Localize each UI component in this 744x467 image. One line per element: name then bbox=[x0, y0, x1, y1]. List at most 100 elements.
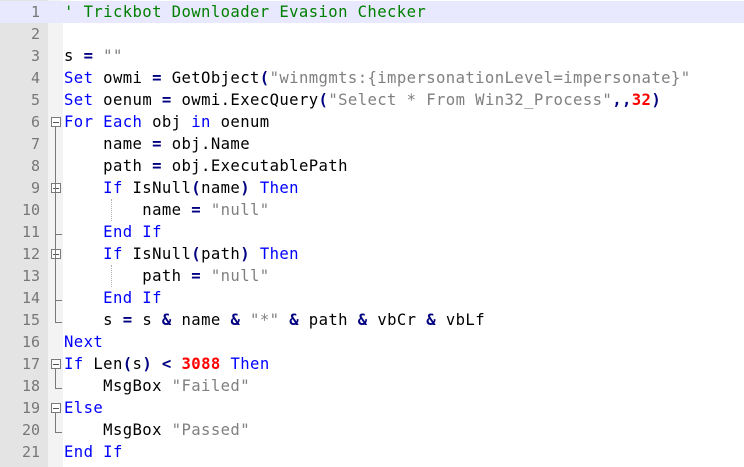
operator-token: = bbox=[83, 47, 94, 65]
code-line[interactable]: 11 End If bbox=[0, 221, 744, 243]
fold-end-marker bbox=[55, 375, 62, 389]
identifier-token bbox=[279, 311, 289, 329]
number-token: 32 bbox=[631, 91, 652, 109]
code-line[interactable]: 12 If IsNull(path) Then bbox=[0, 243, 744, 265]
identifier-token: Len bbox=[83, 355, 123, 373]
code-line[interactable]: 17 If Len(s) < 3088 Then bbox=[0, 353, 744, 375]
string-token: "Failed" bbox=[171, 377, 250, 395]
string-token: "null" bbox=[210, 267, 270, 285]
fold-collapse-icon[interactable] bbox=[51, 183, 61, 193]
identifier-token bbox=[152, 355, 162, 373]
identifier-token: path bbox=[299, 311, 358, 329]
operator-token: ) bbox=[240, 245, 251, 263]
keyword-token: If bbox=[103, 245, 123, 263]
fold-end-marker bbox=[55, 287, 62, 301]
line-number: 16 bbox=[21, 333, 40, 351]
code-text: Next bbox=[64, 331, 103, 353]
operator-token: & bbox=[289, 311, 299, 329]
code-line[interactable]: 4 Set owmi = GetObject("winmgmts:{imperso… bbox=[0, 67, 744, 89]
code-line[interactable]: 14 End If bbox=[0, 287, 744, 309]
fold-line bbox=[55, 412, 56, 419]
identifier-token: oenum bbox=[210, 113, 270, 131]
identifier-token bbox=[93, 47, 103, 65]
keyword-token: in bbox=[191, 113, 211, 131]
string-token: "null" bbox=[210, 201, 270, 219]
operator-token: ( bbox=[318, 91, 329, 109]
code-line[interactable]: 20 MsgBox "Passed" bbox=[0, 419, 744, 441]
code-text: MsgBox "Failed" bbox=[64, 375, 250, 397]
identifier-token bbox=[221, 355, 231, 373]
code-text: name = "null" bbox=[64, 199, 270, 221]
code-line[interactable]: 9 If IsNull(name) Then bbox=[0, 177, 744, 199]
identifier-token: obj.ExecutablePath bbox=[161, 157, 348, 175]
fold-line bbox=[55, 126, 56, 133]
operator-token: ( bbox=[259, 69, 270, 87]
fold-end-marker bbox=[55, 309, 62, 323]
code-line[interactable]: 21 End If bbox=[0, 441, 744, 463]
identifier-token bbox=[64, 289, 103, 307]
operator-token: = bbox=[152, 69, 162, 87]
operator-token: ) bbox=[240, 179, 251, 197]
identifier-token bbox=[201, 267, 211, 285]
code-line[interactable]: 16 Next bbox=[0, 331, 744, 353]
keyword-token: End If bbox=[103, 289, 162, 307]
number-token: 3088 bbox=[181, 355, 221, 373]
identifier-token bbox=[172, 355, 182, 373]
identifier-token bbox=[64, 223, 103, 241]
identifier-token: s bbox=[132, 355, 143, 373]
code-text: s = s & name & "*" & path & vbCr & vbLf bbox=[64, 309, 485, 331]
fold-collapse-icon[interactable] bbox=[51, 403, 61, 413]
code-line[interactable]: 8 path = obj.ExecutablePath bbox=[0, 155, 744, 177]
code-line[interactable]: 2 bbox=[0, 23, 744, 45]
code-text: End If bbox=[64, 221, 162, 243]
line-number: 7 bbox=[30, 135, 40, 153]
fold-end-marker bbox=[55, 419, 62, 433]
operator-token: ( bbox=[191, 179, 202, 197]
operator-token: & bbox=[426, 311, 437, 329]
string-token: "winmgmts:{impersonationLevel=impersonat… bbox=[269, 69, 691, 87]
keyword-token: Else bbox=[64, 399, 104, 417]
code-text: name = obj.Name bbox=[64, 133, 250, 155]
operator-token: ( bbox=[191, 245, 202, 263]
operator-token: ) bbox=[142, 355, 153, 373]
fold-collapse-icon[interactable] bbox=[51, 249, 61, 259]
code-line[interactable]: 7 name = obj.Name bbox=[0, 133, 744, 155]
code-editor[interactable]: 1 ' Trickbot Downloader Evasion Checker 2 3… bbox=[0, 0, 744, 467]
comment-token: ' Trickbot Downloader Evasion Checker bbox=[64, 3, 427, 21]
fold-collapse-icon[interactable] bbox=[51, 359, 61, 369]
code-line[interactable]: 1 ' Trickbot Downloader Evasion Checker bbox=[0, 1, 744, 23]
fold-line bbox=[55, 368, 56, 375]
code-line[interactable]: 6 For Each obj in oenum bbox=[0, 111, 744, 133]
fold-line bbox=[55, 133, 56, 311]
identifier-token: name bbox=[64, 135, 153, 153]
operator-token: < bbox=[161, 355, 172, 373]
code-text: If IsNull(path) Then bbox=[64, 243, 299, 265]
code-text: If IsNull(name) Then bbox=[64, 177, 299, 199]
operator-token: = bbox=[152, 135, 162, 153]
fold-end-marker bbox=[55, 221, 62, 235]
code-line[interactable]: 15 s = s & name & "*" & path & vbCr & vb… bbox=[0, 309, 744, 331]
operator-token: = bbox=[122, 311, 133, 329]
identifier-token: vbLf bbox=[436, 311, 486, 329]
code-line[interactable]: 3 s = "" bbox=[0, 45, 744, 67]
operator-token: & bbox=[357, 311, 368, 329]
code-line[interactable]: 5 Set oenum = owmi.ExecQuery("Select * Fr… bbox=[0, 89, 744, 111]
identifier-token: GetObject bbox=[161, 69, 260, 87]
code-line[interactable]: 19 Else bbox=[0, 397, 744, 419]
line-number: 12 bbox=[21, 245, 40, 263]
line-number: 2 bbox=[30, 25, 40, 43]
keyword-token: Next bbox=[64, 333, 104, 351]
identifier-token: path bbox=[64, 267, 192, 285]
keyword-token: For Each bbox=[64, 113, 143, 131]
keyword-token: End If bbox=[103, 223, 162, 241]
code-text: End If bbox=[64, 441, 123, 463]
code-line[interactable]: 18 MsgBox "Failed" bbox=[0, 375, 744, 397]
line-number: 3 bbox=[30, 47, 40, 65]
identifier-token: MsgBox bbox=[64, 421, 172, 439]
fold-collapse-icon[interactable] bbox=[51, 117, 61, 127]
operator-token: ) bbox=[651, 91, 662, 109]
code-text: Set owmi = GetObject("winmgmts:{imperson… bbox=[64, 67, 691, 89]
string-token: "Select * From Win32_Process" bbox=[328, 91, 613, 109]
identifier-token: s bbox=[132, 311, 162, 329]
identifier-token: IsNull bbox=[122, 245, 192, 263]
